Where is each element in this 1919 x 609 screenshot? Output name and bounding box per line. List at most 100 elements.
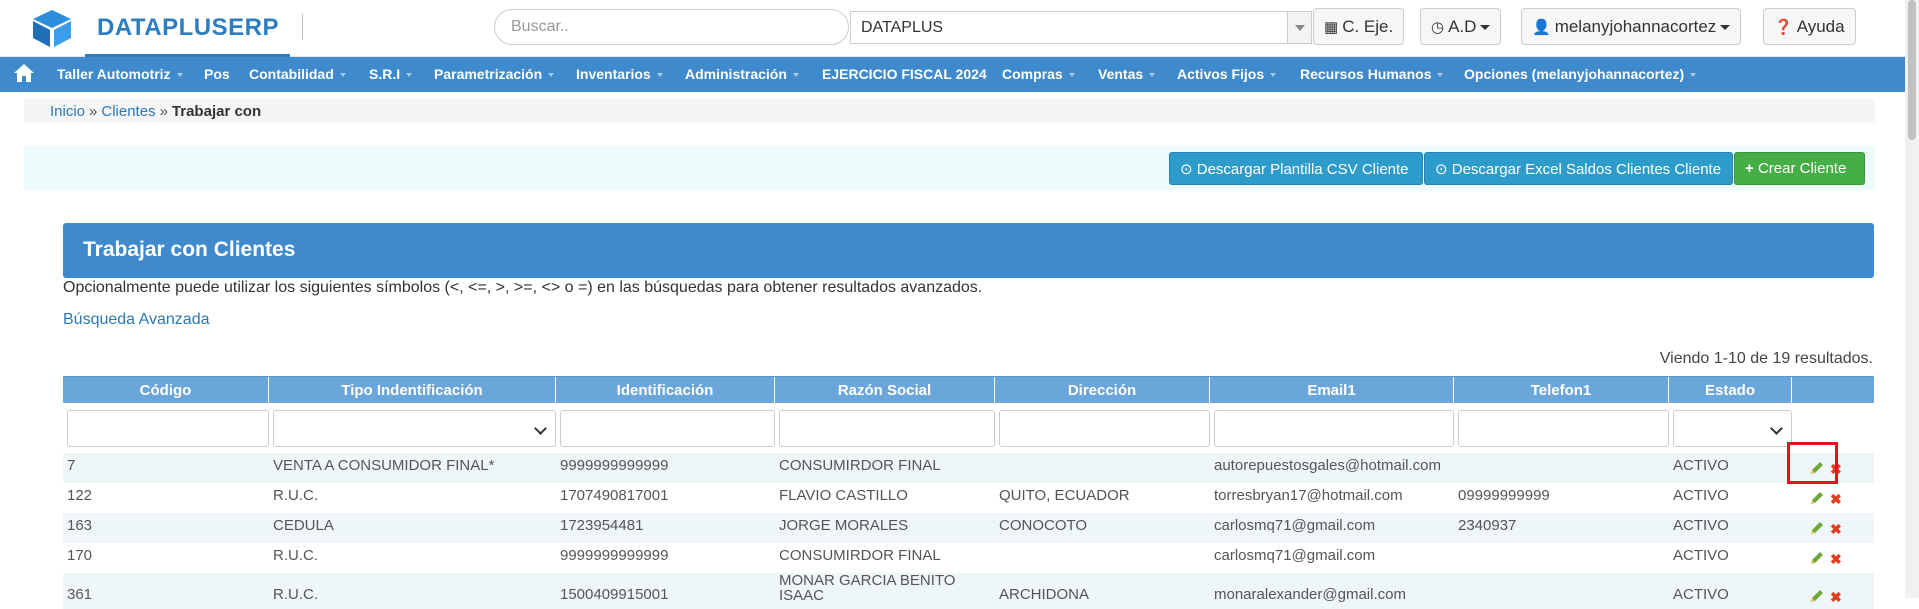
row-actions: ✖ bbox=[1792, 543, 1874, 573]
nav-parametrizacion[interactable]: Parametrización bbox=[434, 66, 555, 82]
cell-estado: ACTIVO bbox=[1673, 517, 1729, 534]
column-header-identificacion[interactable]: Identificación bbox=[556, 377, 775, 403]
pencil-edit-icon[interactable] bbox=[1810, 589, 1824, 603]
cell-identificacion: 1707490817001 bbox=[560, 487, 669, 504]
cell-identificacion: 9999999999999 bbox=[560, 457, 669, 474]
nav-ejercicio-fiscal[interactable]: EJERCICIO FISCAL 2024 bbox=[822, 66, 987, 82]
nav-recursos-humanos[interactable]: Recursos Humanos bbox=[1300, 66, 1444, 82]
table-header-row: Código Tipo Indentificación Identificaci… bbox=[63, 376, 1874, 403]
filter-email1-input[interactable] bbox=[1214, 410, 1454, 447]
brand-name[interactable]: DATAPLUSERP bbox=[97, 14, 279, 42]
advanced-search-link[interactable]: Búsqueda Avanzada bbox=[63, 311, 210, 329]
cell-razon-social: CONSUMIRDOR FINAL bbox=[779, 457, 941, 474]
nav-administracion[interactable]: Administración bbox=[685, 66, 799, 82]
breadcrumb-separator: » bbox=[159, 103, 168, 120]
nav-compras[interactable]: Compras bbox=[1002, 66, 1075, 82]
cell-tipo-identificacion: VENTA A CONSUMIDOR FINAL* bbox=[273, 457, 495, 474]
nav-inventarios[interactable]: Inventarios bbox=[576, 66, 663, 82]
scrollbar-thumb[interactable] bbox=[1908, 0, 1916, 140]
breadcrumb: Inicio» Clientes» Trabajar con bbox=[24, 99, 1875, 123]
circle-download-icon: ⊙ bbox=[1435, 161, 1448, 178]
table-row: 163 CEDULA 1723954481 JORGE MORALES CONO… bbox=[63, 513, 1874, 543]
caret-down-icon bbox=[1480, 25, 1491, 31]
help-button[interactable]: ❓ Ayuda bbox=[1763, 8, 1856, 45]
home-icon[interactable] bbox=[12, 61, 36, 85]
cell-tipo-identificacion: R.U.C. bbox=[273, 487, 318, 504]
row-actions: ✖ bbox=[1792, 513, 1874, 543]
column-header-email1[interactable]: Email1 bbox=[1210, 377, 1454, 403]
filter-tipo-identificacion-select[interactable] bbox=[273, 410, 556, 447]
cell-email1: autorepuestosgales@hotmail.com bbox=[1214, 457, 1442, 474]
filter-estado-select[interactable] bbox=[1673, 410, 1792, 447]
cell-email1: torresbryan17@hotmail.com bbox=[1214, 487, 1403, 504]
column-header-actions bbox=[1792, 377, 1874, 403]
caret-down-icon bbox=[1720, 25, 1731, 31]
filter-direccion-input[interactable] bbox=[999, 410, 1210, 447]
column-header-direccion[interactable]: Dirección bbox=[995, 377, 1210, 403]
top-bar: DATAPLUSERP DATAPLUS ▦C. Eje. ◷A.D 👤mela… bbox=[0, 0, 1919, 57]
cell-codigo: 7 bbox=[67, 457, 76, 474]
search-input[interactable] bbox=[494, 9, 849, 45]
delete-x-icon[interactable]: ✖ bbox=[1830, 522, 1842, 536]
filter-codigo-input[interactable] bbox=[67, 410, 269, 447]
cell-direccion bbox=[995, 453, 1210, 483]
filter-identificacion-input[interactable] bbox=[560, 410, 775, 447]
column-header-razon-social[interactable]: Razón Social bbox=[775, 377, 995, 403]
nav-contabilidad[interactable]: Contabilidad bbox=[249, 66, 346, 82]
nav-ventas[interactable]: Ventas bbox=[1098, 66, 1156, 82]
chevron-down-icon[interactable] bbox=[1287, 12, 1311, 43]
clock-icon: ◷ bbox=[1431, 19, 1445, 36]
nav-sri[interactable]: S.R.I bbox=[369, 66, 413, 82]
row-actions: ✖ bbox=[1792, 573, 1874, 609]
highlight-box bbox=[1787, 442, 1838, 484]
cube-logo-icon[interactable] bbox=[30, 8, 74, 48]
column-header-estado[interactable]: Estado bbox=[1669, 377, 1792, 403]
pencil-edit-icon[interactable] bbox=[1810, 521, 1824, 535]
cell-razon-social: MONAR GARCIA BENITO ISAAC bbox=[779, 573, 956, 604]
company-select-value: DATAPLUS bbox=[861, 19, 944, 36]
fiscal-year-button[interactable]: ▦ C. Eje. bbox=[1313, 8, 1405, 45]
cell-telefon1 bbox=[1454, 453, 1669, 483]
column-header-telefon1[interactable]: Telefon1 bbox=[1454, 377, 1669, 403]
cell-direccion: ARCHIDONA bbox=[999, 586, 1090, 603]
breadcrumb-clients-link[interactable]: Clientes bbox=[101, 103, 155, 120]
delete-x-icon[interactable]: ✖ bbox=[1830, 590, 1842, 604]
create-client-button[interactable]: + Crear Cliente bbox=[1734, 152, 1865, 185]
main-nav: Taller Automotriz Pos Contabilidad S.R.I… bbox=[0, 57, 1919, 92]
ad-dropdown-button[interactable]: ◷ A.D bbox=[1420, 8, 1502, 45]
column-header-tipo-identificacion[interactable]: Tipo Indentificación bbox=[269, 377, 556, 403]
filter-razon-social-input[interactable] bbox=[779, 410, 995, 447]
user-menu-button[interactable]: 👤 melanyjohannacortez bbox=[1521, 8, 1742, 45]
pencil-edit-icon[interactable] bbox=[1810, 551, 1824, 565]
nav-opciones[interactable]: Opciones (melanyjohannacortez) bbox=[1464, 66, 1697, 82]
table-filter-row bbox=[63, 403, 1874, 453]
help-label: Ayuda bbox=[1796, 17, 1845, 36]
panel-title: Trabajar con Clientes bbox=[63, 223, 1874, 278]
cell-telefon1 bbox=[1454, 573, 1669, 609]
breadcrumb-home-link[interactable]: Inicio bbox=[50, 103, 85, 120]
nav-taller-automotriz[interactable]: Taller Automotriz bbox=[57, 66, 183, 82]
download-excel-balances-button[interactable]: ⊙ Descargar Excel Saldos Clientes Client… bbox=[1424, 152, 1733, 185]
user-name: melanyjohannacortez bbox=[1554, 17, 1717, 36]
download-csv-template-button[interactable]: ⊙ Descargar Plantilla CSV Cliente bbox=[1169, 152, 1423, 185]
pencil-edit-icon[interactable] bbox=[1810, 491, 1824, 505]
divider bbox=[302, 14, 303, 40]
nav-activos-fijos[interactable]: Activos Fijos bbox=[1177, 66, 1277, 82]
company-select[interactable]: DATAPLUS bbox=[850, 11, 1312, 44]
vertical-scrollbar[interactable] bbox=[1905, 0, 1919, 598]
delete-x-icon[interactable]: ✖ bbox=[1830, 492, 1842, 506]
cell-estado: ACTIVO bbox=[1673, 547, 1729, 564]
delete-x-icon[interactable]: ✖ bbox=[1830, 552, 1842, 566]
fiscal-year-label: C. Eje. bbox=[1342, 17, 1394, 36]
column-header-codigo[interactable]: Código bbox=[63, 377, 269, 403]
nav-pos[interactable]: Pos bbox=[204, 66, 230, 82]
question-circle-icon: ❓ bbox=[1774, 19, 1793, 36]
results-summary: Viendo 1-10 de 19 resultados. bbox=[1659, 350, 1873, 367]
cell-direccion bbox=[995, 543, 1210, 573]
cell-direccion: QUITO, ECUADOR bbox=[999, 487, 1130, 504]
filter-telefon1-input[interactable] bbox=[1458, 410, 1669, 447]
table-row: 170 R.U.C. 9999999999999 CONSUMIRDOR FIN… bbox=[63, 543, 1874, 573]
cell-codigo: 361 bbox=[67, 586, 93, 603]
cell-email1: carlosmq71@gmail.com bbox=[1214, 547, 1376, 564]
cell-codigo: 170 bbox=[67, 547, 93, 564]
